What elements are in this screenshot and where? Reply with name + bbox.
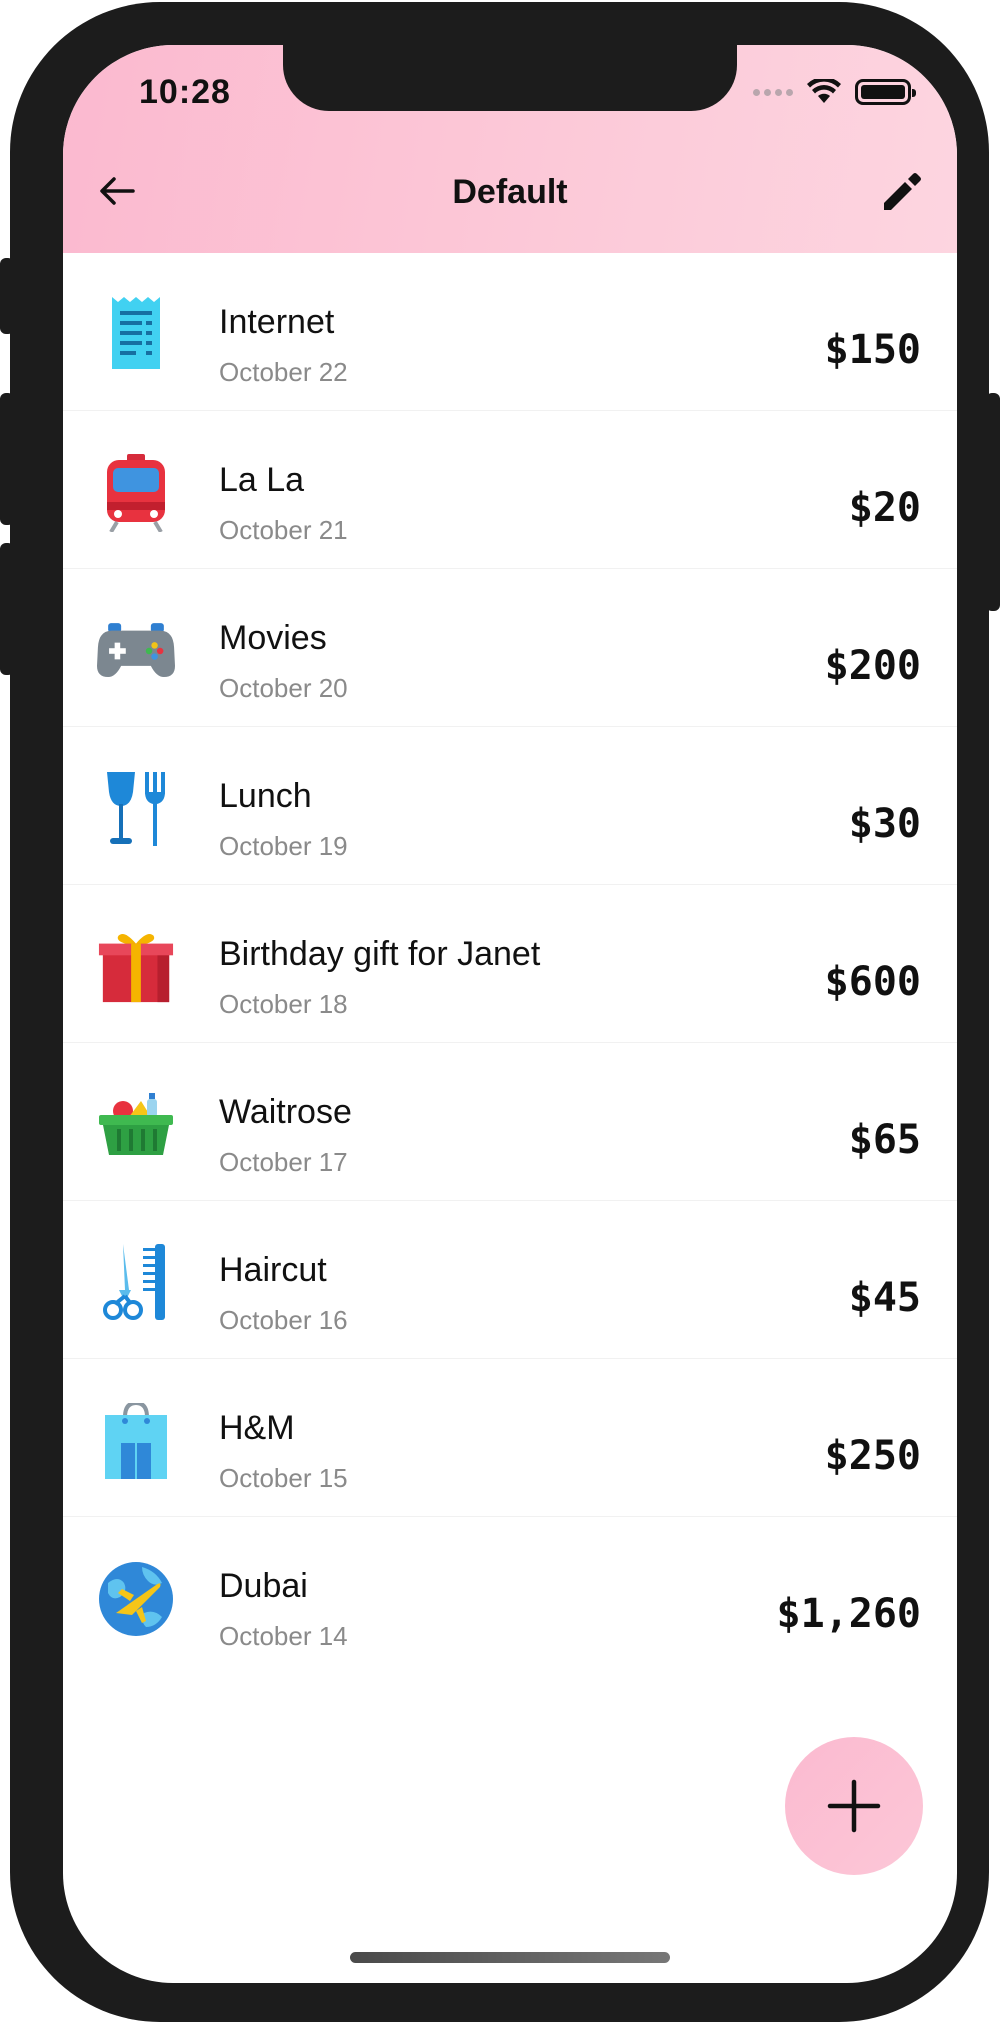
gamepad-icon (97, 612, 175, 690)
item-date: October 14 (219, 1621, 348, 1651)
app-header: 10:28 Default (63, 45, 957, 253)
item-date: October 19 (219, 831, 348, 861)
item-title: H&M (219, 1409, 295, 1447)
list-item[interactable]: La La October 21 $20 (63, 411, 957, 569)
status-time: 10:28 (139, 73, 231, 111)
train-icon (97, 454, 175, 532)
list-item[interactable]: H&M October 15 $250 (63, 1359, 957, 1517)
battery-icon (855, 79, 916, 105)
item-title: Haircut (219, 1251, 327, 1289)
item-date: October 21 (219, 515, 348, 545)
item-title: Movies (219, 619, 327, 657)
item-date: October 15 (219, 1463, 348, 1493)
item-title: Internet (219, 303, 335, 341)
item-amount: $200 (824, 643, 921, 689)
item-amount: $65 (848, 1117, 921, 1163)
cellular-signal-icon (753, 88, 793, 96)
item-title: Birthday gift for Janet (219, 935, 541, 973)
item-amount: $600 (824, 959, 921, 1005)
device-notch (283, 45, 737, 111)
item-title: Lunch (219, 777, 312, 815)
gift-icon (97, 928, 175, 1006)
item-title: Dubai (219, 1567, 308, 1605)
add-transaction-button[interactable] (785, 1737, 923, 1875)
list-item[interactable]: Waitrose October 17 $65 (63, 1043, 957, 1201)
globe-plane-icon (97, 1560, 175, 1638)
list-item[interactable]: Haircut October 16 $45 (63, 1201, 957, 1359)
item-amount: $1,260 (776, 1591, 922, 1637)
list-item[interactable]: Movies October 20 $200 (63, 569, 957, 727)
edit-button[interactable] (879, 169, 925, 215)
list-item[interactable]: Internet October 22 $150 (63, 253, 957, 411)
item-amount: $30 (848, 801, 921, 847)
status-icons (753, 79, 916, 105)
item-amount: $45 (848, 1275, 921, 1321)
item-date: October 22 (219, 357, 348, 387)
item-date: October 16 (219, 1305, 348, 1335)
item-amount: $250 (824, 1433, 921, 1479)
page-title: Default (452, 173, 568, 211)
wifi-icon (807, 79, 841, 103)
plus-icon (827, 1779, 881, 1833)
item-date: October 20 (219, 673, 348, 703)
list-item[interactable]: Birthday gift for Janet October 18 $600 (63, 885, 957, 1043)
app-screen: 10:28 Default Internet October 22 $150 L… (63, 45, 957, 1983)
grocery-basket-icon (97, 1086, 175, 1164)
item-title: Waitrose (219, 1093, 352, 1131)
item-date: October 18 (219, 989, 348, 1019)
item-amount: $20 (848, 485, 921, 531)
home-indicator[interactable] (350, 1952, 670, 1963)
receipt-icon (97, 296, 175, 374)
transaction-list: Internet October 22 $150 La La October 2… (63, 253, 957, 1675)
item-date: October 17 (219, 1147, 348, 1177)
pencil-icon (884, 173, 921, 210)
list-item[interactable]: Lunch October 19 $30 (63, 727, 957, 885)
shopping-bag-icon (97, 1402, 175, 1480)
phone-frame: 10:28 Default Internet October 22 $150 L… (10, 2, 989, 2022)
item-title: La La (219, 461, 305, 499)
glass-fork-icon (97, 770, 175, 848)
item-amount: $150 (824, 327, 921, 373)
list-item[interactable]: Dubai October 14 $1,260 (63, 1517, 957, 1675)
scissors-comb-icon (97, 1244, 175, 1322)
